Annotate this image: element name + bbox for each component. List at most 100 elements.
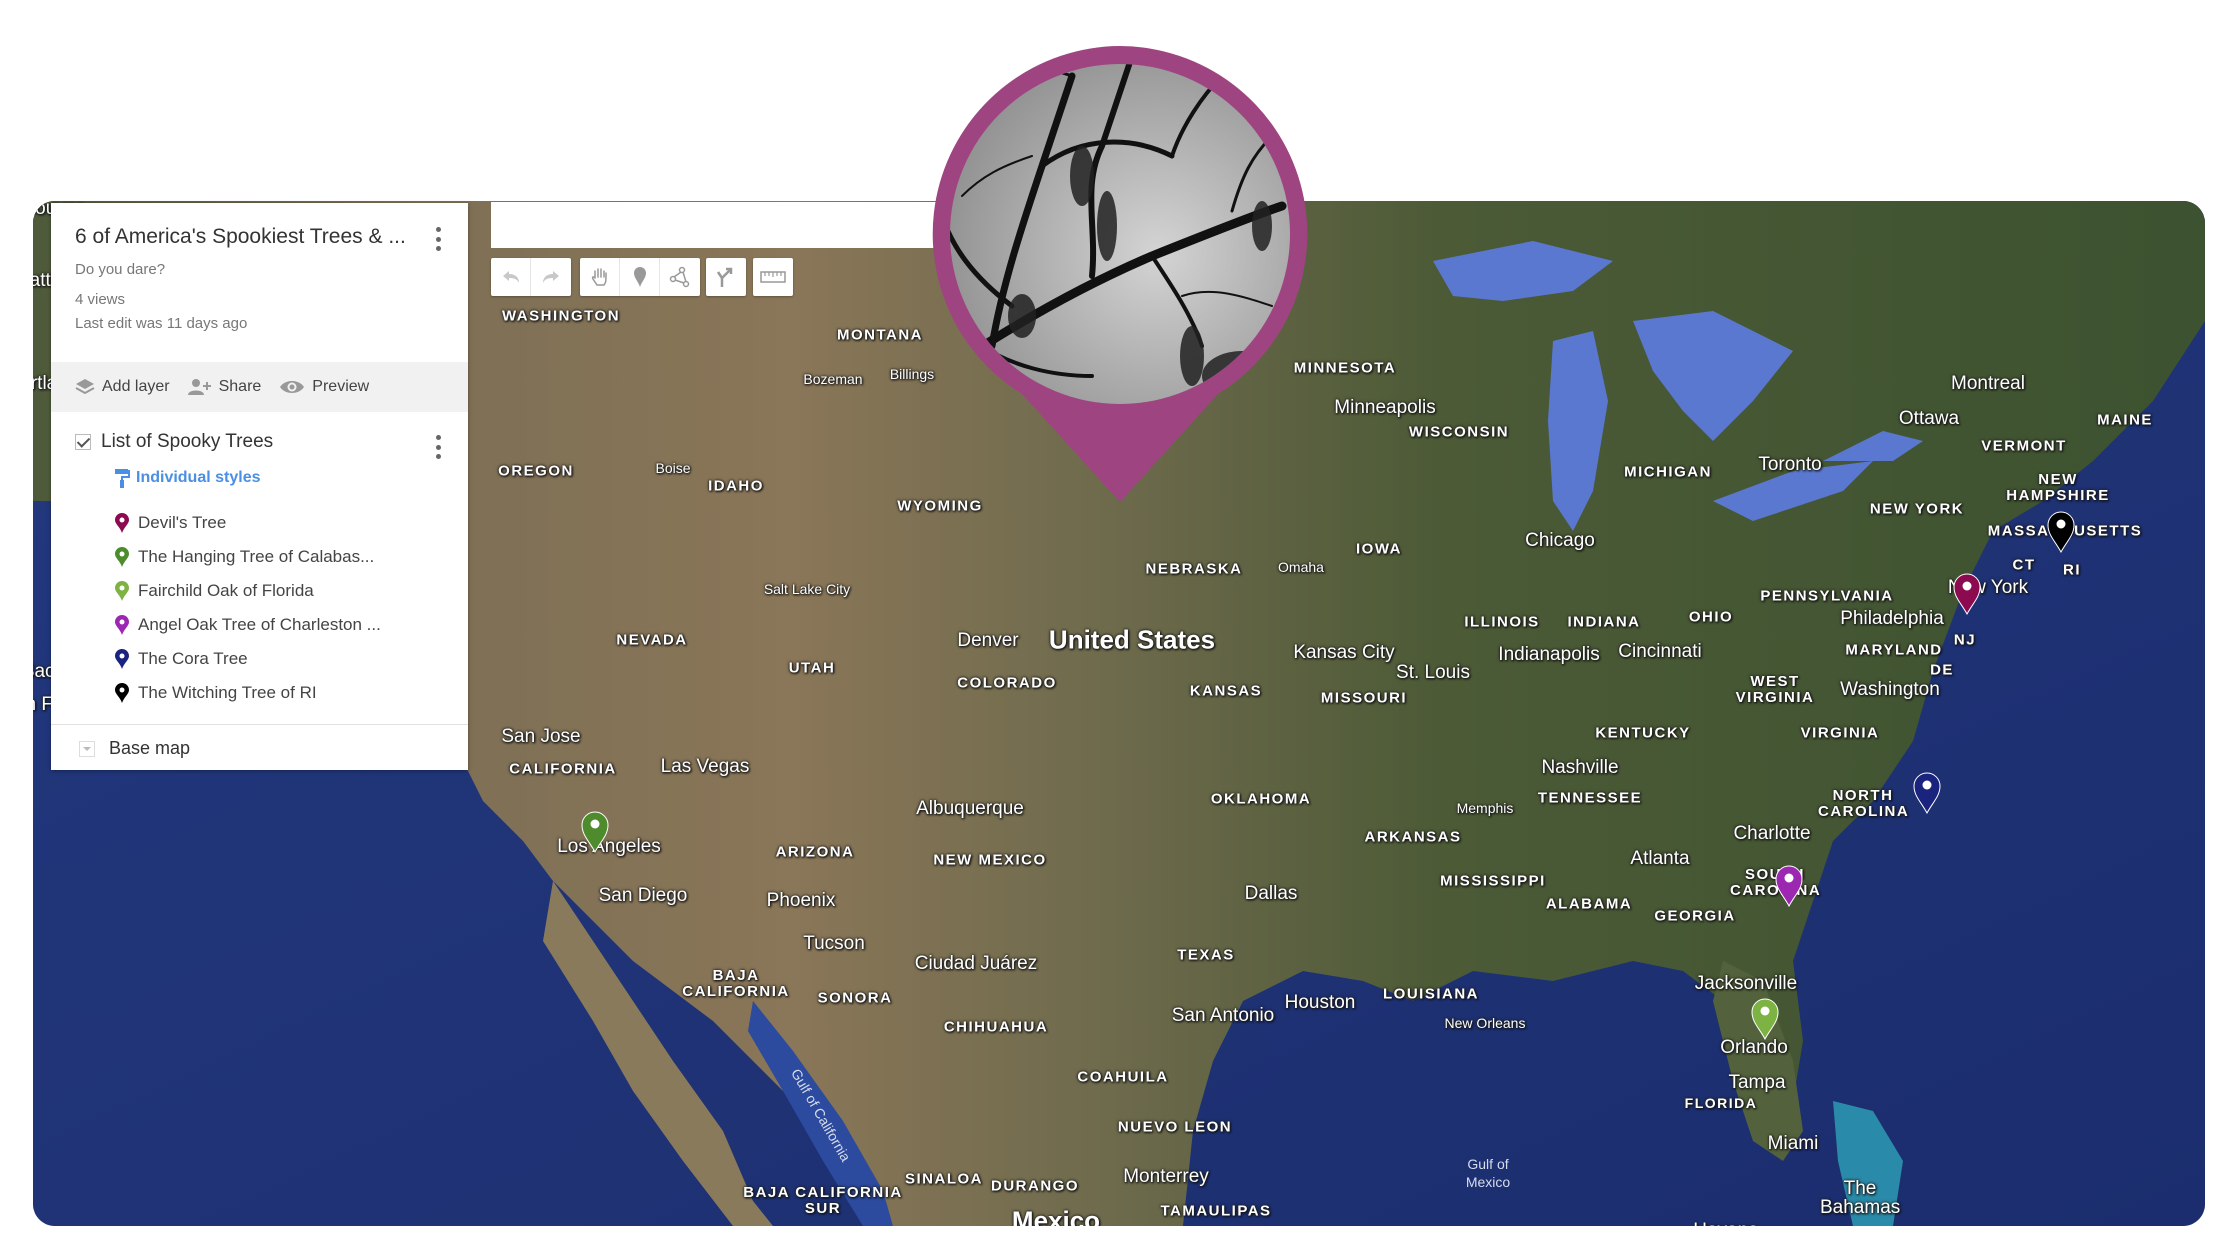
base-map-toggle[interactable]: Base map <box>79 738 190 759</box>
map-label-city: Tucson <box>803 933 865 954</box>
map-label: IOWA <box>1356 540 1402 558</box>
map-description: Do you dare? <box>75 261 166 278</box>
map-label-city: San Jose <box>501 726 581 747</box>
map-label: COLORADO <box>957 674 1057 692</box>
add-layer-button[interactable]: Add layer <box>75 378 170 396</box>
map-label: SONORA <box>817 989 893 1007</box>
marker-angel-oak[interactable] <box>1774 865 1804 907</box>
featured-photo-pin[interactable] <box>932 46 1308 502</box>
layers-icon <box>75 379 95 395</box>
directions-button[interactable] <box>706 258 746 296</box>
map-label-city: Washington <box>1840 679 1940 700</box>
list-item[interactable]: Fairchild Oak of Florida <box>114 574 381 608</box>
map-label: MARYLAND <box>1845 641 1943 659</box>
map-label: CT <box>2012 556 2036 574</box>
undo-redo-group <box>491 258 571 296</box>
map-label: NUEVO LEON <box>1117 1118 1233 1136</box>
map-options-button[interactable] <box>428 227 448 251</box>
map-label-city: Phoenix <box>766 890 836 911</box>
map-label: CALIFORNIA <box>509 760 617 778</box>
map-label-city: Dallas <box>1244 883 1298 904</box>
map-label-city: Havana <box>1693 1220 1759 1226</box>
map-label-city: Denver <box>957 630 1019 651</box>
map-search-input[interactable] <box>491 202 941 248</box>
map-label-water: Gulf of Mexico <box>1465 1156 1511 1190</box>
map-label-city: Omaha <box>1278 559 1324 575</box>
map-label: VERMONT <box>1981 437 2067 455</box>
individual-styles-link[interactable]: Individual styles <box>114 467 260 489</box>
map-label-city: Boise <box>655 460 691 476</box>
measure-button[interactable] <box>753 258 793 296</box>
layer-visibility-checkbox[interactable] <box>75 434 91 450</box>
list-item[interactable]: The Witching Tree of RI <box>114 676 381 710</box>
list-item[interactable]: Angel Oak Tree of Charleston ... <box>114 608 381 642</box>
map-pin-icon <box>115 581 129 601</box>
draw-tools-group <box>580 258 700 296</box>
individual-styles-label: Individual styles <box>136 469 261 486</box>
map-label-city: Bozeman <box>803 371 863 387</box>
map-label: ARIZONA <box>775 843 855 861</box>
preview-button[interactable]: Preview <box>279 378 369 396</box>
map-label: WISCONSIN <box>1408 423 1510 441</box>
share-button[interactable]: Share <box>187 378 261 396</box>
marker-cora-tree[interactable] <box>1912 772 1942 814</box>
chevron-down-icon <box>79 740 95 757</box>
redo-button[interactable] <box>531 258 571 296</box>
map-label-city: Memphis <box>1456 800 1514 816</box>
map-label: KANSAS <box>1189 682 1263 700</box>
directions-icon <box>716 267 733 287</box>
map-label-city: Chicago <box>1525 530 1595 551</box>
map-label-city: Orlando <box>1720 1037 1788 1058</box>
layer-name[interactable]: List of Spooky Trees <box>101 431 273 453</box>
map-label: NORTH CAROLINA <box>1818 787 1910 820</box>
marker-witching-tree[interactable] <box>2046 511 2076 553</box>
map-label: COAHUILA <box>1077 1068 1169 1086</box>
map-label: TAMAULIPAS <box>1160 1202 1272 1220</box>
marker-hanging-tree[interactable] <box>580 811 610 853</box>
map-label-city: Kansas City <box>1293 642 1395 663</box>
map-label-city: New Orleans <box>1444 1015 1526 1031</box>
map-label-city: Ciudad Juárez <box>914 953 1038 974</box>
base-map-label: Base map <box>109 738 191 758</box>
map-label: OKLAHOMA <box>1210 790 1312 808</box>
layer-options-button[interactable] <box>428 435 448 459</box>
list-item-label: Devil's Tree <box>138 513 227 532</box>
map-pin-icon <box>115 615 129 635</box>
hand-icon <box>591 268 607 286</box>
map-label-city: St. Louis <box>1396 662 1470 683</box>
map-label-city: Miami <box>1767 1133 1819 1154</box>
map-label: VIRGINIA <box>1800 724 1880 742</box>
map-label-city: Indianapolis <box>1498 644 1600 665</box>
map-label: ILLINOIS <box>1464 613 1540 631</box>
map-pin-icon <box>115 683 129 703</box>
list-item[interactable]: The Hanging Tree of Calabas... <box>114 540 381 574</box>
map-label-city: Houston <box>1284 992 1356 1013</box>
last-edit-text: Last edit was 11 days ago <box>75 315 248 332</box>
marker-fairchild-oak[interactable] <box>1750 998 1780 1040</box>
list-item-label: The Witching Tree of RI <box>138 683 317 702</box>
map-label-city: Cincinnati <box>1618 641 1702 662</box>
map-title[interactable]: 6 of America's Spookiest Trees & ... <box>75 225 415 249</box>
draw-line-button[interactable] <box>660 258 700 296</box>
list-item-label: Angel Oak Tree of Charleston ... <box>138 615 381 634</box>
select-hand-button[interactable] <box>580 258 620 296</box>
map-label: MONTANA <box>836 326 924 344</box>
map-label-city: Montreal <box>1951 373 2025 394</box>
list-item[interactable]: Devil's Tree <box>114 506 381 540</box>
view-count: 4 views <box>75 291 126 308</box>
map-label: SINALOA <box>905 1170 983 1188</box>
list-item[interactable]: The Cora Tree <box>114 642 381 676</box>
map-label: ALABAMA <box>1545 895 1633 913</box>
marker-devils-tree[interactable] <box>1952 573 1982 615</box>
add-marker-button[interactable] <box>620 258 660 296</box>
map-label: TEXAS <box>1177 946 1235 964</box>
map-label-city: Toronto <box>1758 454 1822 475</box>
map-label: IDAHO <box>708 477 764 495</box>
map-label: BAJA CALIFORNIA <box>682 967 790 1000</box>
map-label-city: Ottawa <box>1898 408 1960 429</box>
map-label: INDIANA <box>1567 613 1641 631</box>
map-label-city: Albuquerque <box>916 798 1024 819</box>
undo-icon <box>502 271 519 283</box>
undo-button[interactable] <box>491 258 531 296</box>
map-pin-icon <box>115 547 129 567</box>
